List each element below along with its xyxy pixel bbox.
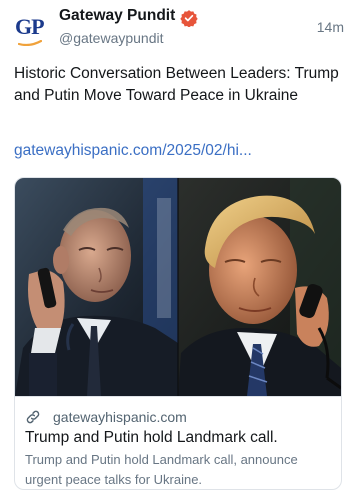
card-title[interactable]: Trump and Putin hold Landmark call. (25, 429, 278, 447)
avatar[interactable]: GP (15, 14, 47, 46)
logo-swoosh-icon (18, 40, 42, 46)
author-name[interactable]: Gateway Pundit (59, 7, 175, 25)
author-handle[interactable]: @gatewaypundit (59, 30, 164, 46)
post-timestamp[interactable]: 14m (317, 19, 344, 35)
post[interactable]: GP Gateway Pundit @gatewaypundit 14m His… (0, 0, 356, 500)
link-icon (26, 410, 40, 424)
card-meta: gatewayhispanic.com Trump and Putin hold… (15, 396, 341, 489)
link-preview-card[interactable]: gatewayhispanic.com Trump and Putin hold… (14, 177, 342, 490)
leaders-phone-call-photo[interactable] (15, 178, 341, 396)
post-link[interactable]: gatewayhispanic.com/2025/02/hi... (14, 142, 252, 160)
gp-logo-icon: GP (15, 14, 45, 39)
card-domain[interactable]: gatewayhispanic.com (53, 409, 187, 425)
post-header: GP Gateway Pundit @gatewaypundit 14m (0, 0, 356, 56)
card-description: Trump and Putin hold Landmark call, anno… (25, 452, 298, 487)
post-text: Historic Conversation Between Leaders: T… (14, 65, 339, 104)
verified-badge-icon (180, 10, 198, 27)
